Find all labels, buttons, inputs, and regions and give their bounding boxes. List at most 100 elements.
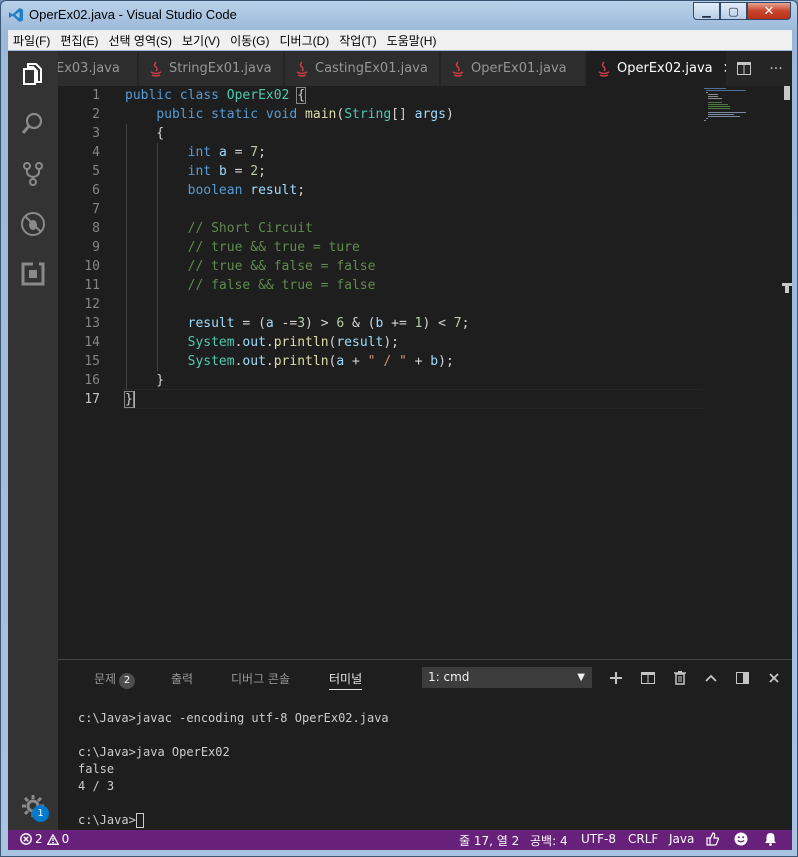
extensions-icon[interactable] — [20, 261, 46, 287]
line-number: 13 — [84, 316, 100, 331]
terminal-line: c:\Java>javac -encoding utf-8 OperEx02.j… — [78, 711, 389, 725]
feedback-thumbs-icon[interactable] — [705, 832, 720, 849]
menu-bar: 파일(F) 편집(E) 선택 영역(S) 보기(V) 이동(G) 디버그(D) … — [8, 30, 792, 50]
tab-label: StringEx01.java — [169, 61, 272, 76]
minimize-button[interactable]: ▁ — [693, 2, 720, 20]
tab-operex02[interactable]: OperEx02.java ✕ — [587, 51, 727, 86]
terminal-prompt-line: c:\Java> — [78, 812, 389, 829]
title-bar[interactable]: OperEx02.java - Visual Studio Code ▁ ▢ ✕ — [1, 1, 797, 29]
tab-label: Ex03.java — [58, 61, 120, 76]
line-number: 9 — [92, 240, 100, 255]
line-number: 12 — [84, 297, 100, 312]
line-number: 14 — [84, 335, 100, 350]
cursor-position[interactable]: 줄 17, 열 2 — [459, 832, 519, 849]
code-line: 16 } — [58, 371, 708, 390]
code-line: 13 result = (a -=3) > 6 & (b += 1) < 7; — [58, 314, 708, 333]
menu-tasks[interactable]: 작업(T) — [334, 32, 381, 49]
file-encoding[interactable]: UTF-8 — [581, 832, 616, 846]
java-file-icon — [598, 60, 610, 77]
toggle-panel-position-icon[interactable] — [732, 668, 752, 688]
tab-castingex01[interactable]: CastingEx01.java — [285, 51, 440, 86]
code-line: 8 // Short Circuit — [58, 219, 708, 238]
line-number: 3 — [92, 126, 100, 141]
menu-debug[interactable]: 디버그(D) — [274, 32, 334, 49]
dropdown-arrow-icon: ▼ — [577, 672, 585, 683]
menu-file[interactable]: 파일(F) — [8, 32, 55, 49]
code-line: 17} — [58, 390, 708, 409]
line-number: 1 — [92, 88, 100, 103]
minimap[interactable] — [702, 86, 782, 146]
terminal-line: false — [78, 762, 115, 776]
terminal-select-value: 1: cmd — [428, 670, 470, 684]
vertical-scrollbar[interactable] — [782, 86, 792, 659]
maximize-panel-chevron-up-icon[interactable] — [701, 668, 721, 688]
code-editor[interactable]: 1 public class OperEx02 { 2 public static… — [58, 86, 792, 659]
code-line: 4 int a = 7; — [58, 143, 708, 162]
terminal-select[interactable]: 1: cmd ▼ — [422, 667, 592, 688]
new-terminal-icon[interactable] — [606, 668, 626, 688]
source-control-icon[interactable] — [20, 161, 46, 187]
code-line: 10 // true && false = false — [58, 257, 708, 276]
close-window-button[interactable]: ✕ — [747, 2, 791, 20]
indentation[interactable]: 공백: 4 — [530, 832, 568, 849]
notifications-bell-icon[interactable] — [764, 832, 777, 849]
split-editor-icon[interactable] — [728, 51, 760, 86]
problems-status[interactable]: 2 0 — [20, 832, 69, 846]
warning-icon — [46, 833, 59, 845]
tab-operex01[interactable]: OperEx01.java — [441, 51, 586, 86]
editor-tab-bar: Ex03.java StringEx01.java CastingEx01.ja… — [58, 51, 792, 86]
overview-ruler-marker — [782, 283, 792, 293]
terminal-output[interactable]: c:\Java>javac -encoding utf-8 OperEx02.j… — [78, 710, 389, 829]
line-number: 4 — [92, 145, 100, 160]
terminal-line: ​ — [78, 727, 389, 744]
terminal-line: c:\Java>java OperEx02 — [78, 745, 230, 759]
menu-help[interactable]: 도움말(H) — [382, 32, 442, 49]
maximize-button[interactable]: ▢ — [720, 2, 747, 20]
search-icon[interactable] — [20, 111, 46, 137]
menu-edit[interactable]: 편집(E) — [55, 32, 103, 49]
code-line: 3 { — [58, 124, 708, 143]
code-line: 11 // false && true = false — [58, 276, 708, 295]
minimize-icon: ▁ — [702, 4, 711, 18]
code-line: 9 // true && true = ture — [58, 238, 708, 257]
tab-label: 문제 — [94, 672, 117, 686]
explorer-icon[interactable] — [20, 61, 46, 87]
terminal-line: ​ — [78, 795, 389, 812]
language-mode[interactable]: Java — [669, 832, 694, 846]
code-line: 15 System.out.println(a + " / " + b); — [58, 352, 708, 371]
tab-terminal[interactable]: 터미널 — [329, 670, 363, 690]
terminal-line: c:\Java> — [78, 813, 136, 827]
tab-ex03[interactable]: Ex03.java — [58, 51, 138, 86]
close-panel-icon[interactable] — [764, 668, 784, 688]
kill-terminal-trash-icon[interactable] — [670, 668, 690, 688]
line-number: 8 — [92, 221, 100, 236]
end-of-line[interactable]: CRLF — [628, 832, 658, 846]
debug-icon[interactable] — [20, 211, 46, 237]
tab-output[interactable]: 출력 — [171, 670, 193, 687]
smiley-feedback-icon[interactable] — [734, 832, 748, 849]
vscode-app: 1 Ex03.java StringEx01.java CastingEx01.… — [8, 51, 792, 850]
line-number: 7 — [92, 202, 100, 217]
menu-go[interactable]: 이동(G) — [225, 32, 274, 49]
code-line: 1 public class OperEx02 { — [58, 86, 708, 105]
activity-bar: 1 — [8, 51, 58, 830]
line-number: 6 — [92, 183, 100, 198]
code-line: 6 boolean result; — [58, 181, 708, 200]
code-line: 14 System.out.println(result); — [58, 333, 708, 352]
tab-debug-console[interactable]: 디버그 콘솔 — [231, 670, 290, 687]
scrollbar-thumb[interactable] — [784, 86, 790, 100]
terminal-cursor — [135, 813, 144, 828]
tab-problems[interactable]: 문제 2 — [94, 670, 136, 689]
problems-count-badge: 2 — [119, 673, 136, 689]
tab-stringex01[interactable]: StringEx01.java — [139, 51, 284, 86]
more-actions-icon[interactable]: ··· — [760, 51, 792, 86]
line-number: 15 — [84, 354, 100, 369]
vscode-logo-icon — [9, 8, 23, 22]
menu-view[interactable]: 보기(V) — [177, 32, 225, 49]
close-icon: ✕ — [763, 3, 775, 19]
menu-selection[interactable]: 선택 영역(S) — [103, 32, 177, 49]
split-terminal-icon[interactable] — [638, 668, 658, 688]
close-tab-icon[interactable]: ✕ — [723, 61, 726, 77]
error-icon — [20, 833, 32, 845]
line-number: 10 — [84, 259, 100, 274]
